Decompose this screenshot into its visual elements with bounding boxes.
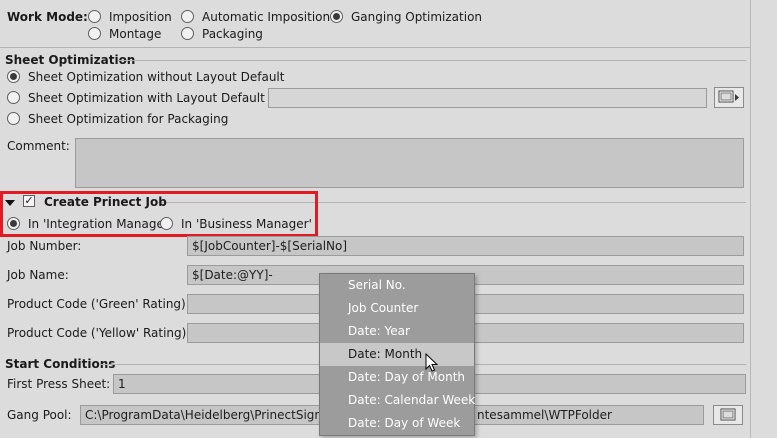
yellow-rating-label: Product Code ('Yellow' Rating): xyxy=(7,326,191,340)
layout-default-field[interactable] xyxy=(268,88,707,108)
comment-textarea[interactable] xyxy=(75,138,744,188)
menu-item-date-day-of-month[interactable]: Date: Day of Month xyxy=(320,366,474,389)
comment-label: Comment: xyxy=(7,139,70,153)
menu-item-date-day-of-week[interactable]: Date: Day of Week xyxy=(320,412,474,435)
radio-label: Ganging Optimization xyxy=(351,10,483,24)
folder-browse-icon xyxy=(718,90,740,108)
radio-indicator[interactable] xyxy=(88,27,101,40)
start-conditions-title: Start Conditions xyxy=(5,357,116,371)
menu-item-job-counter[interactable]: Job Counter xyxy=(320,297,474,320)
sheet-optimization-title: Sheet Optimization xyxy=(5,53,136,67)
gang-pool-path-start: C:\ProgramData\Heidelberg\PrinectSignaSt xyxy=(85,408,342,422)
radio-indicator[interactable] xyxy=(7,70,20,83)
gang-pool-path-end: ntesammel\WTPFolder xyxy=(477,408,612,422)
menu-item-serial-no[interactable]: Serial No. xyxy=(320,274,474,297)
gang-pool-label: Gang Pool: xyxy=(7,408,72,422)
sheet-optimization-title-line xyxy=(118,60,746,61)
menu-item-date-calendar-week[interactable]: Date: Calendar Week xyxy=(320,389,475,412)
radio-indicator[interactable] xyxy=(330,10,343,23)
job-name-label: Job Name: xyxy=(7,268,69,282)
radio-indicator[interactable] xyxy=(88,10,101,23)
radio-label: Sheet Optimization with Layout Default xyxy=(28,91,265,105)
menu-item-date-year[interactable]: Date: Year xyxy=(320,320,474,343)
menu-item-date-month[interactable]: Date: Month xyxy=(320,343,474,366)
radio-indicator[interactable] xyxy=(7,112,20,125)
work-mode-separator xyxy=(0,47,750,48)
radio-label: Automatic Imposition xyxy=(202,10,331,24)
layout-default-browse-button[interactable] xyxy=(714,87,744,108)
radio-indicator[interactable] xyxy=(181,27,194,40)
folder-browse-icon xyxy=(720,408,738,426)
radio-label: Sheet Optimization without Layout Defaul… xyxy=(28,70,285,84)
radio-label: Sheet Optimization for Packaging xyxy=(28,112,229,126)
radio-label: Imposition xyxy=(109,10,172,24)
job-number-field[interactable]: $[JobCounter]-$[SerialNo] xyxy=(187,236,744,256)
radio-indicator[interactable] xyxy=(181,10,194,23)
highlight-box xyxy=(0,191,318,237)
job-number-label: Job Number: xyxy=(7,239,82,253)
radio-label: Montage xyxy=(109,27,162,41)
placeholder-context-menu: Serial No. Job Counter Date: Year Date: … xyxy=(319,273,475,436)
mouse-pointer-icon xyxy=(425,352,439,376)
green-rating-label: Product Code ('Green' Rating): xyxy=(7,297,190,311)
work-mode-label: Work Mode: xyxy=(7,10,88,24)
radio-label: Packaging xyxy=(202,27,263,41)
radio-indicator[interactable] xyxy=(7,91,20,104)
gang-pool-browse-button[interactable] xyxy=(713,405,743,425)
first-press-sheet-label: First Press Sheet: xyxy=(7,377,111,391)
right-edge-divider xyxy=(750,0,751,438)
